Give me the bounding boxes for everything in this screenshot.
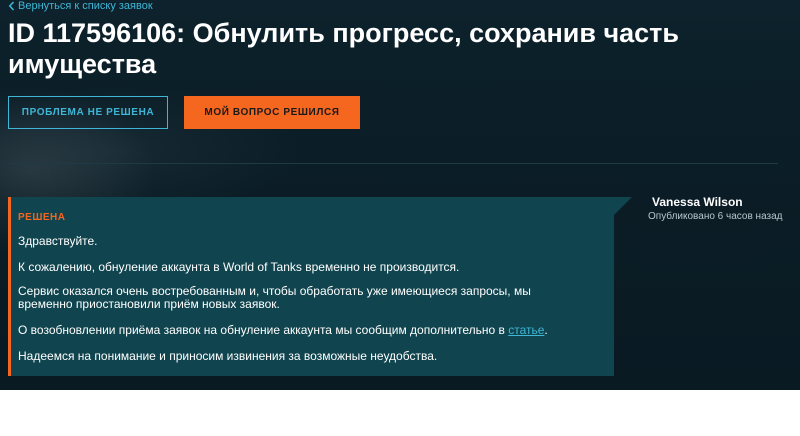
problem-not-solved-button[interactable]: ПРОБЛЕМА НЕ РЕШЕНА	[8, 96, 168, 129]
article-link[interactable]: статье	[508, 323, 544, 337]
message-paragraph-1: К сожалению, обнуление аккаунта в World …	[18, 260, 460, 274]
ticket-title: ID 117596106: Обнулить прогресс, сохрани…	[8, 18, 679, 79]
message-paragraph-3-end: .	[544, 323, 548, 337]
question-solved-button[interactable]: МОЙ ВОПРОС РЕШИЛСЯ	[184, 96, 360, 129]
support-ticket-page: Вернуться к списку заявок ID 117596106: …	[0, 0, 800, 390]
published-time: Опубликовано 6 часов назад	[648, 211, 783, 222]
message-paragraph-3-text: О возобновлении приёма заявок на обнулен…	[18, 323, 509, 337]
problem-not-solved-label: ПРОБЛЕМА НЕ РЕШЕНА	[21, 107, 155, 118]
back-to-tickets-link[interactable]: Вернуться к списку заявок	[8, 0, 153, 12]
section-divider	[8, 163, 778, 164]
status-badge: РЕШЕНА	[18, 212, 66, 223]
author-name: Vanessa Wilson	[652, 195, 743, 209]
back-link-label: Вернуться к списку заявок	[18, 0, 153, 12]
message-greeting: Здравствуйте.	[18, 234, 98, 248]
message-paragraph-2: Сервис оказался очень востребованным и, …	[18, 284, 531, 311]
message-paragraph-3: О возобновлении приёма заявок на обнулен…	[18, 324, 578, 337]
message-notch	[614, 197, 632, 215]
message-paragraph-4: Надеемся на понимание и приносим извинен…	[18, 349, 438, 363]
question-solved-label: МОЙ ВОПРОС РЕШИЛСЯ	[204, 107, 340, 118]
chevron-left-icon	[8, 1, 15, 11]
